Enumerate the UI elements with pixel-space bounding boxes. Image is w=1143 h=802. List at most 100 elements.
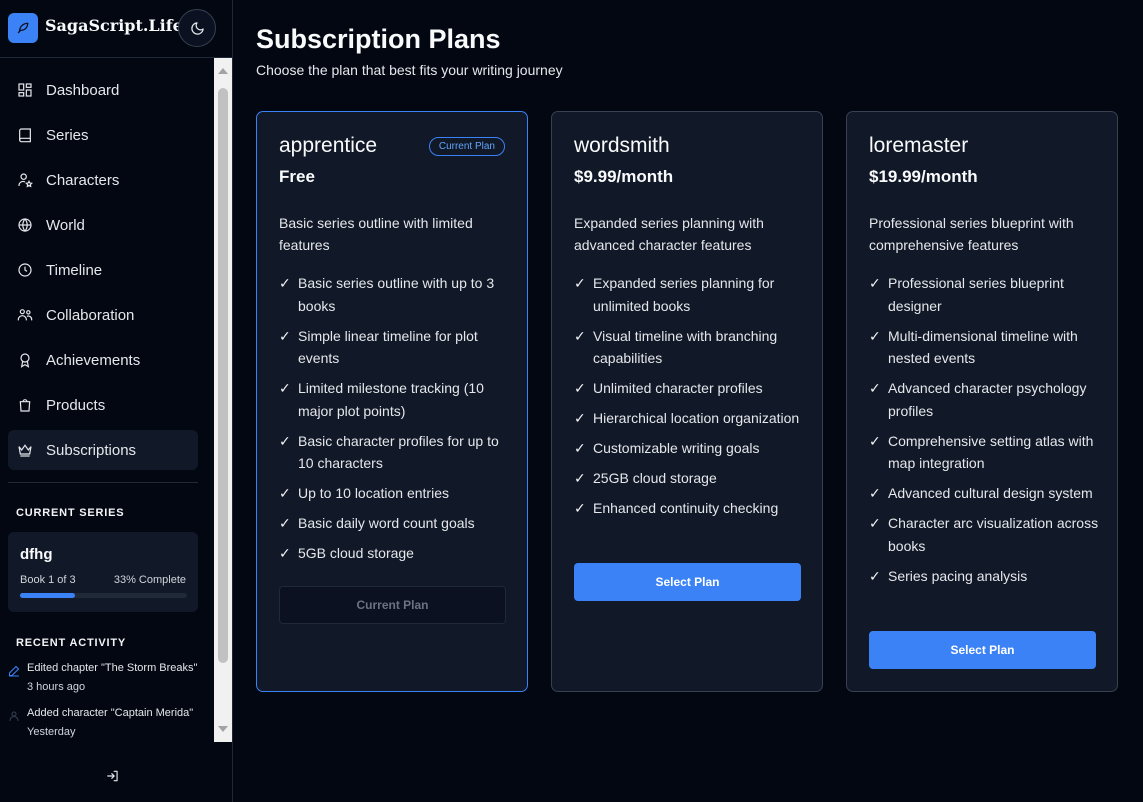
sidebar-item-products[interactable]: Products [8,385,198,425]
activity-time: Yesterday [27,726,76,738]
check-icon: ✓ [574,327,586,344]
activity-time: 3 hours ago [27,681,86,693]
sidebar-item-characters[interactable]: Characters [8,160,198,200]
feature-item: ✓ Advanced character psychology profiles [869,377,1101,422]
check-icon: ✓ [279,275,291,291]
plan-description: Expanded series planning with advanced c… [574,215,764,253]
sidebar-item-subscriptions[interactable]: Subscriptions [8,430,198,470]
sidebar-item-label: World [46,216,85,234]
feature-item: ✓ Up to 10 location entries [279,482,511,505]
feature-item: ✓ Hierarchical location organization [574,407,806,430]
feature-item: ✓ Series pacing analysis [869,565,1101,588]
current-series-card[interactable]: dfhg Book 1 of 3 33% Complete [8,532,198,612]
check-icon: ✓ [279,515,291,531]
plan-feature-list: ✓ Basic series outline with up to 3 books… [279,272,511,572]
feature-item: ✓ Advanced cultural design system [869,482,1101,505]
sidebar-item-label: Series [46,126,89,144]
feature-item: ✓ Expanded series planning for unlimited … [574,272,806,317]
check-icon: ✓ [869,380,881,396]
plan-card-loremaster: loremaster $19.99/month Professional ser… [846,111,1118,692]
sidebar-scroll-area: Dashboard Series Characters World Timeli… [0,58,214,742]
feature-item: ✓ 25GB cloud storage [574,467,806,490]
sidebar-item-achievements[interactable]: Achievements [8,340,198,380]
sidebar-item-label: Achievements [46,351,141,369]
current-plan-button[interactable]: Current Plan [279,586,506,624]
check-icon: ✓ [574,380,586,396]
plan-name: loremaster [869,134,969,157]
check-icon: ✓ [869,327,881,344]
plan-price: Free [279,167,315,186]
theme-toggle-button[interactable] [178,9,216,47]
feature-item: ✓ Customizable writing goals [574,437,806,460]
scroll-up-arrow-icon[interactable] [218,68,228,74]
plan-feature-list: ✓ Professional series blueprint designer … [869,272,1101,595]
series-progress-fill [20,593,76,598]
check-icon: ✓ [869,515,881,531]
activity-text: Added character "Captain Merida" [27,707,194,719]
plan-description: Basic series outline with limited featur… [279,215,473,253]
select-plan-button[interactable]: Select Plan [869,631,1096,669]
check-icon: ✓ [574,410,586,426]
award-icon [16,351,34,369]
sidebar-item-label: Subscriptions [46,441,137,459]
sidebar-item-label: Dashboard [46,81,120,99]
sidebar-item-timeline[interactable]: Timeline [8,250,198,290]
feature-item: ✓ Professional series blueprint designer [869,272,1101,317]
feather-logo-icon[interactable] [8,13,38,43]
current-series-heading: CURRENT SERIES [16,507,125,519]
check-icon: ✓ [279,545,291,561]
shopping-bag-icon [16,396,34,414]
plan-name: apprentice [279,134,378,157]
sidebar-item-label: Timeline [46,261,103,279]
logout-icon [107,770,118,782]
sidebar-scrollbar[interactable] [214,58,232,742]
book-icon [16,126,34,144]
user-icon [8,709,20,722]
sidebar-item-world[interactable]: World [8,205,198,245]
plan-price: $9.99/month [574,167,674,186]
crown-icon [16,441,34,459]
sidebar: SagaScript.Life Dashboard Series Charact… [0,0,233,802]
feature-item: ✓ Simple linear timeline for plot events [279,325,511,370]
clock-icon [16,261,34,279]
feature-item: ✓ Multi-dimensional timeline with nested … [869,325,1101,370]
page-subtitle: Choose the plan that best fits your writ… [256,62,563,78]
check-icon: ✓ [869,567,881,584]
scrollbar-thumb[interactable] [218,88,228,663]
pencil-icon [8,664,20,677]
series-book-count: Book 1 of 3 [20,574,76,586]
series-completion: 33% Complete [113,574,186,586]
sidebar-item-collaboration[interactable]: Collaboration [8,295,198,335]
user-star-icon [16,171,34,189]
scroll-down-arrow-icon[interactable] [218,726,228,732]
brand-header: SagaScript.Life [0,0,232,58]
brand-name[interactable]: SagaScript.Life [45,16,183,35]
sidebar-nav: Dashboard Series Characters World Timeli… [8,70,198,475]
current-plan-badge: Current Plan [428,137,505,156]
check-icon: ✓ [869,275,881,291]
sidebar-item-dashboard[interactable]: Dashboard [8,70,198,110]
sidebar-item-label: Collaboration [46,306,135,324]
check-icon: ✓ [574,500,586,516]
sidebar-item-label: Products [46,396,106,414]
check-icon: ✓ [574,440,586,456]
plan-price: $19.99/month [869,167,978,186]
users-icon [16,306,34,324]
activity-text: Edited chapter "The Storm Breaks" [27,662,198,674]
check-icon: ✓ [574,275,586,291]
feature-item: ✓ Unlimited character profiles [574,377,806,400]
series-name: dfhg [20,546,53,563]
plan-name: wordsmith [574,134,670,157]
dashboard-icon [16,81,34,99]
feature-item: ✓ Basic character profiles for up to 10 c… [279,430,511,475]
moon-icon [190,21,204,35]
feature-item: ✓ Basic daily word count goals [279,512,511,535]
logout-button[interactable] [104,767,122,785]
sidebar-item-series[interactable]: Series [8,115,198,155]
feature-item: ✓ Enhanced continuity checking [574,497,806,520]
select-plan-button[interactable]: Select Plan [574,563,801,601]
sidebar-item-label: Characters [46,171,120,189]
feature-item: ✓ 5GB cloud storage [279,542,511,565]
page-title: Subscription Plans [256,24,501,54]
feature-item: ✓ Comprehensive setting atlas with map in… [869,430,1101,475]
